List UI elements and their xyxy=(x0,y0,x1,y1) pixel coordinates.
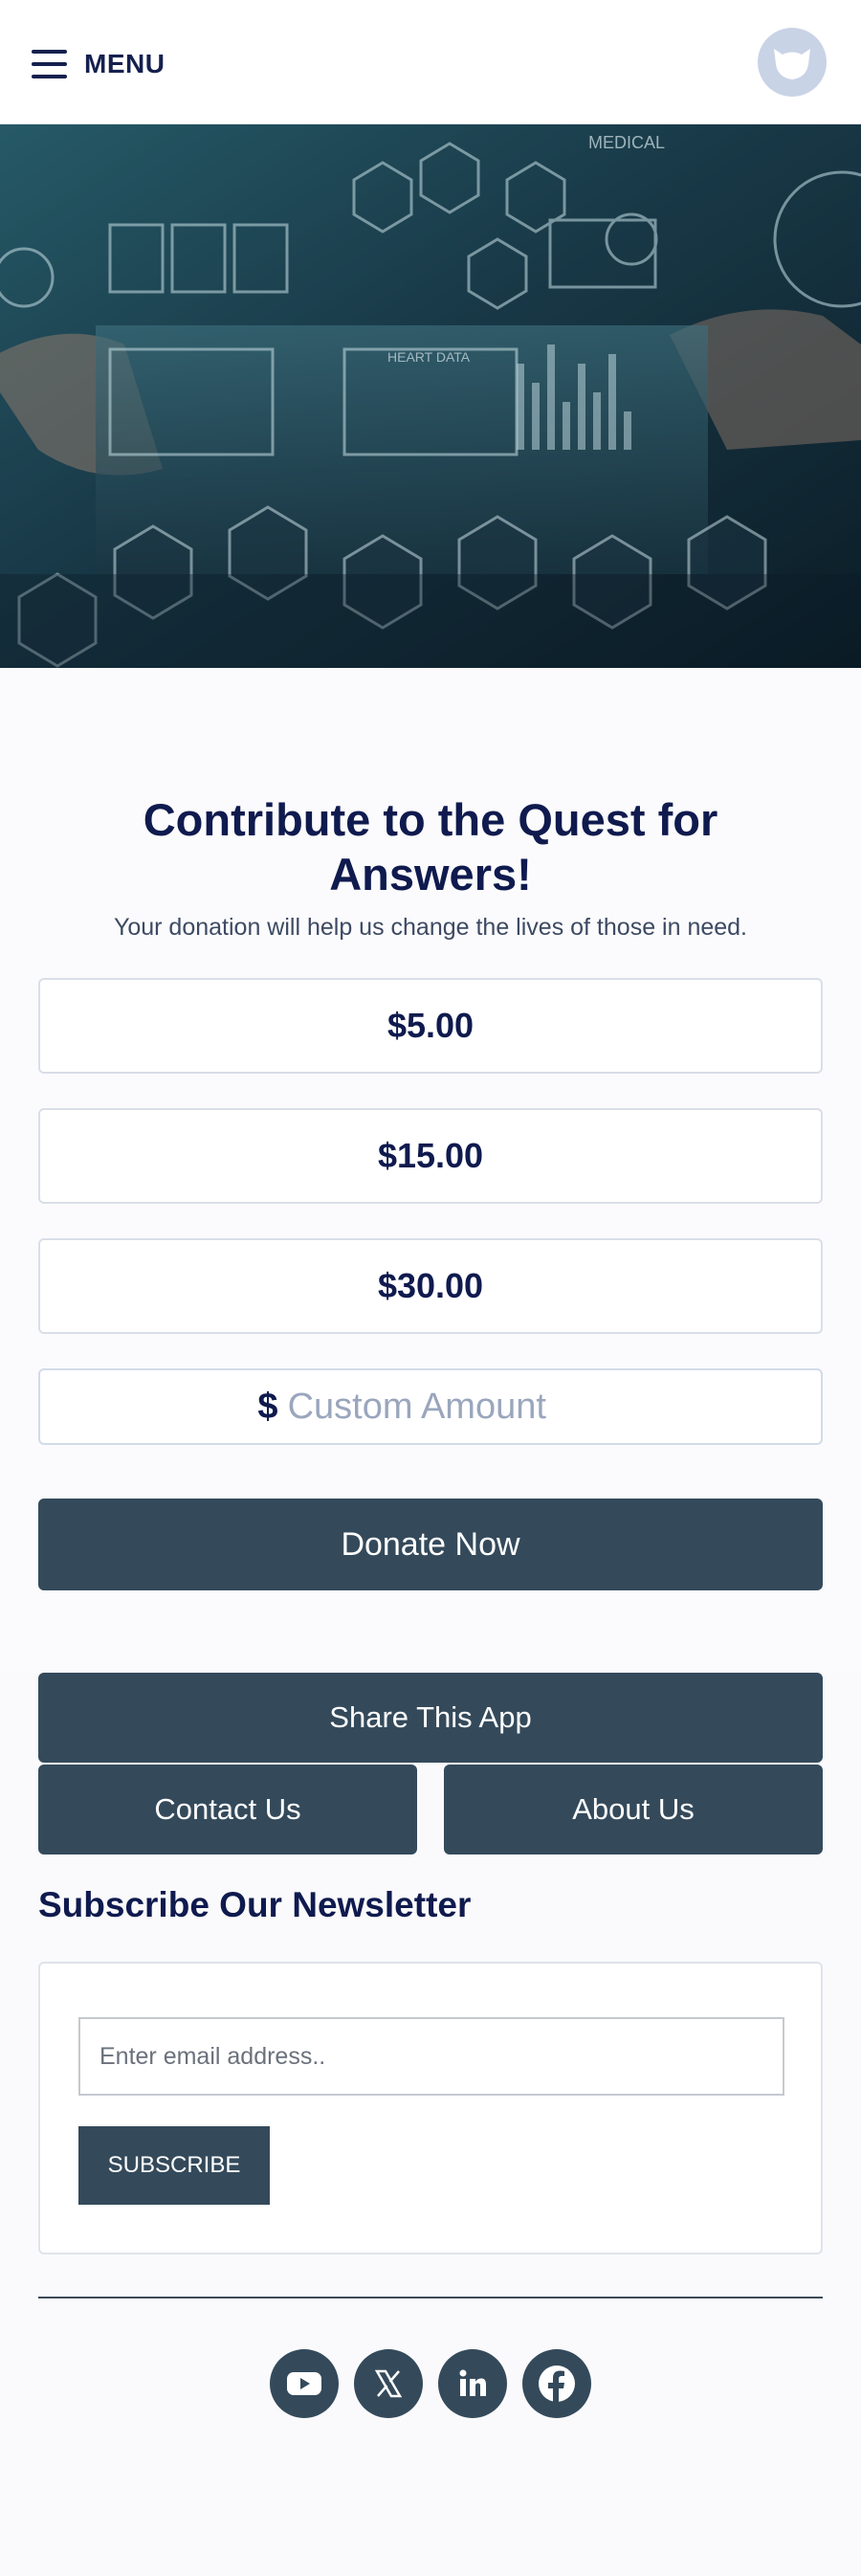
actions-section: Share This App Contact Us About Us Subsc… xyxy=(0,1673,861,2576)
facebook-icon[interactable] xyxy=(522,2349,591,2418)
amount-option-15[interactable]: $15.00 xyxy=(38,1108,823,1204)
linkedin-icon[interactable] xyxy=(438,2349,507,2418)
donation-title: Contribute to the Quest for Answers! xyxy=(143,794,718,899)
app-header: MENU xyxy=(0,0,861,124)
hero-word-heart-data: HEART DATA xyxy=(387,349,471,365)
newsletter-form: SUBSCRIBE xyxy=(38,1962,823,2254)
youtube-icon[interactable] xyxy=(270,2349,339,2418)
donation-subtitle: Your donation will help us change the li… xyxy=(113,914,748,941)
donation-section: Contribute to the Quest for Answers! You… xyxy=(0,668,861,1673)
hero-image: MEDICAL HEART DATA xyxy=(0,124,861,668)
logo-icon[interactable] xyxy=(758,28,827,97)
newsletter-title: Subscribe Our Newsletter xyxy=(38,1885,472,1924)
hamburger-icon xyxy=(32,50,67,78)
contact-us-button[interactable]: Contact Us xyxy=(38,1765,417,1854)
x-icon[interactable] xyxy=(354,2349,423,2418)
currency-symbol: $ xyxy=(257,1386,278,1427)
about-us-button[interactable]: About Us xyxy=(444,1765,823,1854)
amount-option-30[interactable]: $30.00 xyxy=(38,1238,823,1334)
menu-label: MENU xyxy=(84,49,166,78)
share-app-button[interactable]: Share This App xyxy=(38,1673,823,1763)
hero-word-medical: MEDICAL xyxy=(588,133,665,152)
social-links xyxy=(270,2349,591,2418)
email-input[interactable] xyxy=(78,2017,784,2096)
subscribe-button[interactable]: SUBSCRIBE xyxy=(78,2126,270,2205)
donate-now-button[interactable]: Donate Now xyxy=(38,1499,823,1590)
custom-amount-input[interactable] xyxy=(287,1386,604,1428)
amount-option-5[interactable]: $5.00 xyxy=(38,978,823,1074)
menu-button[interactable]: MENU xyxy=(32,45,165,83)
custom-amount-field[interactable]: $ xyxy=(38,1368,823,1445)
footer-divider xyxy=(38,2297,823,2298)
